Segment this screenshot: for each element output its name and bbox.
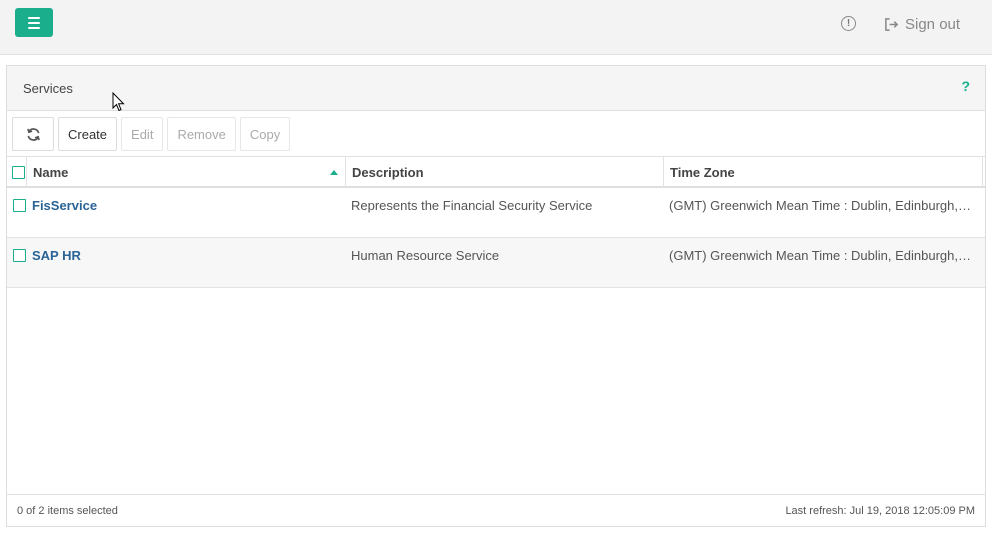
copy-button[interactable]: Copy [239, 117, 291, 151]
service-name-link[interactable]: SAP HR [32, 248, 81, 263]
column-header-description-label: Description [352, 164, 424, 180]
column-header-description[interactable]: Description [346, 157, 664, 187]
help-icon[interactable]: ? [961, 78, 970, 94]
create-button[interactable]: Create [58, 117, 118, 151]
grid-header: Name Description Time Zone [7, 156, 985, 188]
sign-out-icon [885, 17, 899, 31]
info-icon[interactable]: ! [841, 16, 856, 31]
services-grid: Name Description Time Zone FisService Re… [7, 156, 985, 288]
hamburger-icon-bar [28, 26, 40, 29]
column-header-timezone-label: Time Zone [670, 164, 735, 180]
top-bar: ! Sign out [0, 0, 992, 55]
refresh-icon [26, 127, 40, 141]
row-checkbox[interactable] [12, 199, 26, 212]
grid-footer: 0 of 2 items selected Last refresh: Jul … [7, 494, 985, 526]
description-cell: Human Resource Service [351, 248, 500, 263]
select-all-cell [7, 157, 27, 187]
hamburger-icon [28, 16, 40, 19]
page-title: Services [23, 81, 73, 96]
column-header-timezone[interactable]: Time Zone [664, 157, 983, 187]
select-all-checkbox[interactable] [12, 165, 25, 179]
description-cell: Represents the Financial Security Servic… [351, 198, 593, 213]
refresh-button[interactable] [12, 117, 54, 151]
hamburger-icon-bar [28, 21, 40, 24]
sign-out-button[interactable]: Sign out [884, 14, 960, 34]
edit-button[interactable]: Edit [121, 117, 164, 151]
row-checkbox[interactable] [12, 249, 26, 262]
timezone-cell: (GMT) Greenwich Mean Time : Dublin, Edin… [664, 188, 983, 237]
table-row[interactable]: SAP HR Human Resource Service (GMT) Gree… [7, 238, 985, 288]
row-select-cell [7, 238, 27, 287]
row-select-cell [7, 188, 27, 237]
timezone-text: (GMT) Greenwich Mean Time : Dublin, Edin… [669, 248, 974, 263]
column-header-name[interactable]: Name [27, 157, 346, 187]
last-refresh-timestamp: Last refresh: Jul 19, 2018 12:05:09 PM [785, 504, 975, 517]
table-row[interactable]: FisService Represents the Financial Secu… [7, 188, 985, 238]
selection-count: 0 of 2 items selected [17, 504, 118, 517]
hamburger-menu-button[interactable] [15, 8, 53, 37]
sort-ascending-icon [330, 170, 338, 175]
service-name-link[interactable]: FisService [32, 198, 97, 213]
panel-header: Services ? [7, 66, 985, 111]
toolbar: Create Edit Remove Copy [12, 117, 291, 151]
timezone-cell: (GMT) Greenwich Mean Time : Dublin, Edin… [664, 238, 983, 287]
sign-out-label: Sign out [905, 15, 961, 33]
remove-button[interactable]: Remove [167, 117, 236, 151]
services-panel: Services ? Create Edit Remove Copy Name [6, 65, 986, 527]
name-cell: SAP HR [27, 238, 346, 287]
name-cell: FisService [27, 188, 346, 237]
timezone-text: (GMT) Greenwich Mean Time : Dublin, Edin… [669, 198, 974, 213]
column-header-name-label: Name [33, 164, 69, 180]
